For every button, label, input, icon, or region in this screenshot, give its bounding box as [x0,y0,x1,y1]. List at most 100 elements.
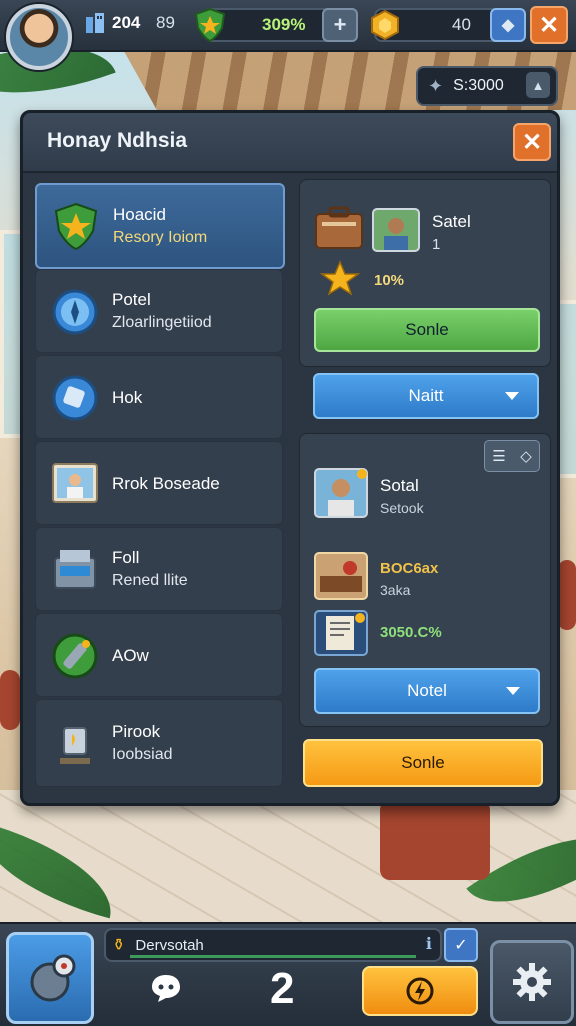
category-subtitle: Zloarlingetiiod [112,314,212,331]
info-icon: ℹ [425,936,432,953]
category-item-2[interactable]: Hok [35,355,283,439]
confirm-action-label: Sonle [401,753,445,772]
close-hud-button[interactable]: ✕ [530,6,568,44]
buildings-value: 204 [112,13,141,32]
panel-title: Honay Ndhsia [47,129,188,152]
quest-label: Dervsotah [135,936,204,954]
category-item-3[interactable]: Rrok Boseade [35,441,283,525]
close-icon: ✕ [521,128,543,156]
staff-portrait-icon [372,208,420,252]
category-title: Rrok Boseade [112,473,220,493]
category-title: Hok [112,387,143,407]
category-title: Potel [112,290,151,309]
quest-progress-bar [130,955,416,958]
add-rating-button[interactable]: + [322,8,358,42]
close-panel-button[interactable]: ✕ [513,123,551,161]
diamond-icon: ◆ [501,17,515,34]
chat-button[interactable] [146,968,186,1008]
hotel-bonus: 10% [374,272,405,289]
hotel-dropdown[interactable]: Naitt [313,373,539,419]
staff-card: ☰ ◇ Sotal Setook BOC6ax 3aka 3050.C% Not… [299,433,551,727]
plus-icon: + [333,12,347,37]
chevron-down-icon [505,392,519,400]
sort-toggle[interactable]: ☰ ◇ [484,440,540,472]
category-title: Hoacid [113,205,166,224]
character-button[interactable] [6,932,94,1024]
category-item-5[interactable]: AOw [35,613,283,697]
trophy-icon [60,727,90,764]
category-item-6[interactable]: Pirook Ioobsiad [35,699,283,787]
gem-icon [371,10,399,40]
category-list: Hoacid Resory Ioiom Potel Zloarlingetiiod … [35,183,285,789]
rating-meter: 309% + [194,8,358,42]
flask-icon: ⚱ [112,937,126,954]
chat-bubble-icon [152,975,180,1002]
category-subtitle: Ioobsiad [112,746,173,763]
staff-name: Sotal [380,476,419,495]
category-subtitle: Resory Ioiom [113,229,208,246]
category-item-1[interactable]: Potel Zloarlingetiiod [35,269,283,353]
item-title: BOC6ax [380,560,439,577]
check-icon: ✓ [454,937,468,954]
category-item-4[interactable]: Foll Rened llite [35,527,283,611]
cash-add-icon[interactable]: ▲ [526,72,550,98]
staff-avatar-icon [314,468,368,518]
buildings-stat: 204 [84,8,140,38]
confirm-check-button[interactable]: ✓ [444,928,478,962]
settings-button[interactable] [490,940,574,1024]
shield-icon [194,8,226,42]
gems-shop-button[interactable]: ◆ [490,8,526,42]
category-subtitle: Rened llite [112,572,188,589]
cash-value: S:3000 [453,77,504,94]
gear-icon [513,963,551,1001]
turn-count: 2 [270,964,295,1013]
hotel-card: Satel 1 10% Sonle [299,179,551,367]
player-avatar[interactable] [6,4,72,70]
category-title: Pirook [112,722,161,741]
level-value: 89 [156,13,175,32]
register-icon [54,550,96,589]
quest-progress: ⚱ Dervsotah ℹ [104,928,442,962]
boost-button[interactable] [362,966,478,1016]
star-icon [319,260,360,296]
close-icon: ✕ [538,11,560,39]
gem-tag-icon [52,375,98,421]
confirm-action-button[interactable]: Sonle [303,739,543,787]
hotel-primary-button[interactable]: Sonle [314,308,540,352]
document-icon [314,610,368,656]
background-chair [558,560,576,630]
list-icon: ☰ [492,448,506,465]
main-panel: Honay Ndhsia ✕ Hoacid Resory Ioiom Potel Z… [20,110,560,806]
rating-value: 309% [262,15,306,34]
staff-dropdown-label: Notel [407,681,447,700]
category-title: Foll [112,548,140,567]
bolt-icon [406,977,434,1005]
category-title: AOw [112,645,149,665]
compass-icon [52,289,98,335]
chevron-down-icon [506,687,520,695]
shield-star-icon [54,202,98,251]
item-subtitle: 3aka [380,582,411,598]
background-chair [0,670,20,730]
staff-role: Setook [380,500,424,516]
category-item-0[interactable]: Hoacid Resory Ioiom [35,183,285,269]
gems-counter: 40 ◆ [371,8,526,42]
level-stat: 89 [156,8,175,38]
item-value: 3050.C% [380,624,442,641]
hotel-primary-label: Sonle [405,320,449,339]
building-icon [86,13,104,33]
detail-column: Satel 1 10% Sonle Naitt ☰ ◇ Sotal Setook… [299,179,551,731]
settings-small-icon: ◇ [520,448,532,465]
staff-dropdown[interactable]: Notel [314,668,540,714]
gems-value: 40 [452,15,471,34]
portrait-icon [52,463,98,503]
coffee-table-icon [314,552,368,600]
wrench-icon [52,633,98,679]
cash-counter: ✦ S:3000 ▲ [416,66,558,106]
hotel-count: 1 [432,236,441,253]
top-hud: 204 89 309% + 40 ◆ ✕ [0,0,576,70]
character-icon [30,954,76,1002]
cash-tag-icon: ✦ [428,75,444,96]
background-chair [380,800,490,880]
suitcase-icon [315,206,363,249]
